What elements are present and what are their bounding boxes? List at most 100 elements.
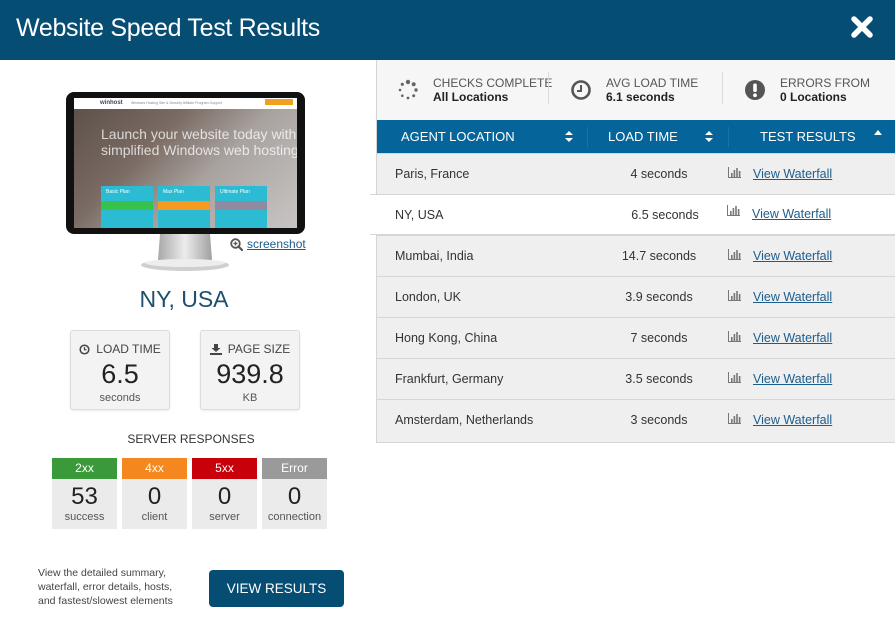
screenshot-link-label[interactable]: screenshot [247, 237, 306, 251]
response-label: success [64, 511, 105, 523]
response-code: 2xx [52, 458, 117, 479]
table-row[interactable]: Paris, France 4 seconds View Waterfall [377, 153, 895, 194]
errors-summary: ERRORS FROM 0 Locations [744, 60, 870, 120]
avg-load-time-summary: AVG LOAD TIME 6.1 seconds [570, 60, 698, 120]
errors-text: ERRORS FROM 0 Locations [780, 76, 870, 104]
view-waterfall-link[interactable]: View Waterfall [753, 359, 832, 399]
response-5xx: 5xx 0 server [192, 458, 257, 529]
response-2xx: 2xx 53 success [52, 458, 117, 529]
plan-name: Basic Plan [106, 189, 130, 195]
website-screenshot-thumbnail[interactable]: winhost Windows Hosting Site & Security … [66, 92, 305, 234]
summary-divider [548, 72, 549, 104]
row-location: Hong Kong, China [395, 331, 498, 345]
view-waterfall-link[interactable]: View Waterfall [753, 154, 832, 194]
view-waterfall-link[interactable]: View Waterfall [753, 236, 832, 276]
bar-chart-icon [728, 249, 741, 260]
header-divider [728, 127, 729, 147]
avg-load-time-value: 6.1 seconds [606, 89, 675, 104]
page-size-value: 939.8 [216, 359, 284, 389]
preview-plan-card: Ultimate Plan [215, 186, 267, 228]
screenshot-preview: winhost Windows Hosting Site & Security … [74, 98, 297, 228]
errors-value: 0 Locations [780, 89, 847, 104]
checks-complete-label: CHECKS COMPLETE [433, 75, 553, 90]
bar-chart-icon [728, 290, 741, 301]
summary-divider [722, 72, 723, 104]
location-detail-panel: winhost Windows Hosting Site & Security … [0, 60, 370, 627]
load-time-value: 6.5 [101, 359, 139, 389]
response-count: 53 [71, 483, 98, 510]
preview-nav-links: Windows Hosting Site & Security Affiliat… [131, 101, 222, 105]
table-header: AGENT LOCATION LOAD TIME TEST RESULTS [377, 120, 895, 153]
view-waterfall-link[interactable]: View Waterfall [753, 400, 832, 440]
clock-icon [79, 343, 90, 355]
table-row[interactable]: Hong Kong, China 7 seconds View Waterfall [377, 317, 895, 358]
clock-icon [571, 80, 591, 100]
table-row[interactable]: NY, USA 6.5 seconds View Waterfall [370, 194, 895, 235]
response-code: 4xx [122, 458, 187, 479]
screenshot-link[interactable]: screenshot [230, 237, 306, 251]
column-header-load-time[interactable]: LOAD TIME [608, 120, 678, 153]
locations-panel: CHECKS COMPLETE All Locations AVG LOAD T… [370, 60, 895, 443]
plan-name: Max Plan [163, 189, 184, 195]
view-waterfall-link[interactable]: View Waterfall [752, 195, 831, 233]
monitor-stand [141, 234, 229, 271]
response-count: 0 [217, 483, 232, 510]
row-location: Paris, France [395, 167, 470, 181]
bar-chart-icon [727, 205, 740, 216]
server-responses-title: SERVER RESPONSES [127, 432, 255, 446]
view-results-button[interactable]: VIEW RESULTS [209, 570, 344, 607]
view-waterfall-link[interactable]: View Waterfall [753, 277, 832, 317]
row-load-time: 4 seconds [630, 167, 688, 181]
sort-asc-icon[interactable] [874, 120, 882, 153]
close-x-icon [851, 16, 873, 38]
table-row[interactable]: London, UK 3.9 seconds View Waterfall [377, 276, 895, 317]
avg-load-time-text: AVG LOAD TIME 6.1 seconds [606, 75, 699, 104]
row-location: Amsterdam, Netherlands [395, 413, 534, 427]
download-icon [209, 343, 222, 355]
response-count: 0 [287, 483, 302, 510]
column-header-test-results[interactable]: TEST RESULTS [760, 120, 856, 153]
row-load-time: 7 seconds [630, 331, 688, 345]
sort-both-button[interactable] [705, 120, 713, 153]
row-location: NY, USA [395, 208, 444, 222]
response-label: server [209, 511, 240, 523]
response-code: Error [262, 458, 327, 479]
checks-complete-value: All Locations [433, 89, 509, 104]
table-row[interactable]: Amsterdam, Netherlands 3 seconds View Wate… [377, 399, 895, 440]
row-load-time: 3 seconds [630, 413, 688, 427]
row-load-time: 3.9 seconds [625, 290, 693, 304]
load-time-label-row: LOAD TIME [71, 342, 169, 356]
page-size-card: PAGE SIZE 939.8 KB [200, 330, 300, 410]
load-time-card: LOAD TIME 6.5 seconds [70, 330, 170, 410]
view-waterfall-link[interactable]: View Waterfall [753, 318, 832, 358]
column-header-agent-location[interactable]: AGENT LOCATION [401, 120, 515, 153]
sort-both-icon [705, 130, 713, 142]
avg-load-time-label: AVG LOAD TIME [606, 75, 699, 90]
response-label: client [141, 511, 168, 523]
view-results-description: View the detailed summary, waterfall, er… [38, 567, 173, 607]
plan-name: Ultimate Plan [220, 189, 250, 195]
plan-price-bar [158, 201, 210, 210]
exclamation-circle-icon [745, 80, 765, 100]
table-row[interactable]: Mumbai, India 14.7 seconds View Waterfall [377, 235, 895, 276]
response-error: Error 0 connection [262, 458, 327, 529]
row-load-time: 3.5 seconds [625, 372, 693, 386]
plan-price-bar [215, 201, 267, 210]
preview-plan-card: Basic Plan [101, 186, 153, 228]
response-label: connection [267, 511, 322, 523]
sort-both-icon[interactable] [565, 120, 573, 153]
bar-chart-icon [728, 167, 741, 178]
preview-logo: winhost [100, 100, 123, 106]
bar-chart-icon [728, 331, 741, 342]
sort-asc-icon [874, 130, 882, 136]
table-row[interactable]: Frankfurt, Germany 3.5 seconds View Waterf… [377, 358, 895, 399]
preview-headline: Launch your website today with simplifie… [101, 126, 297, 158]
response-count: 0 [147, 483, 162, 510]
checks-complete-summary: CHECKS COMPLETE All Locations [397, 60, 552, 120]
bar-chart-icon [728, 413, 741, 424]
row-load-time: 14.7 seconds [621, 249, 697, 263]
load-time-unit: seconds [99, 392, 141, 404]
checks-complete-text: CHECKS COMPLETE All Locations [433, 75, 553, 104]
row-load-time: 6.5 seconds [631, 208, 699, 222]
close-button[interactable] [849, 14, 875, 40]
